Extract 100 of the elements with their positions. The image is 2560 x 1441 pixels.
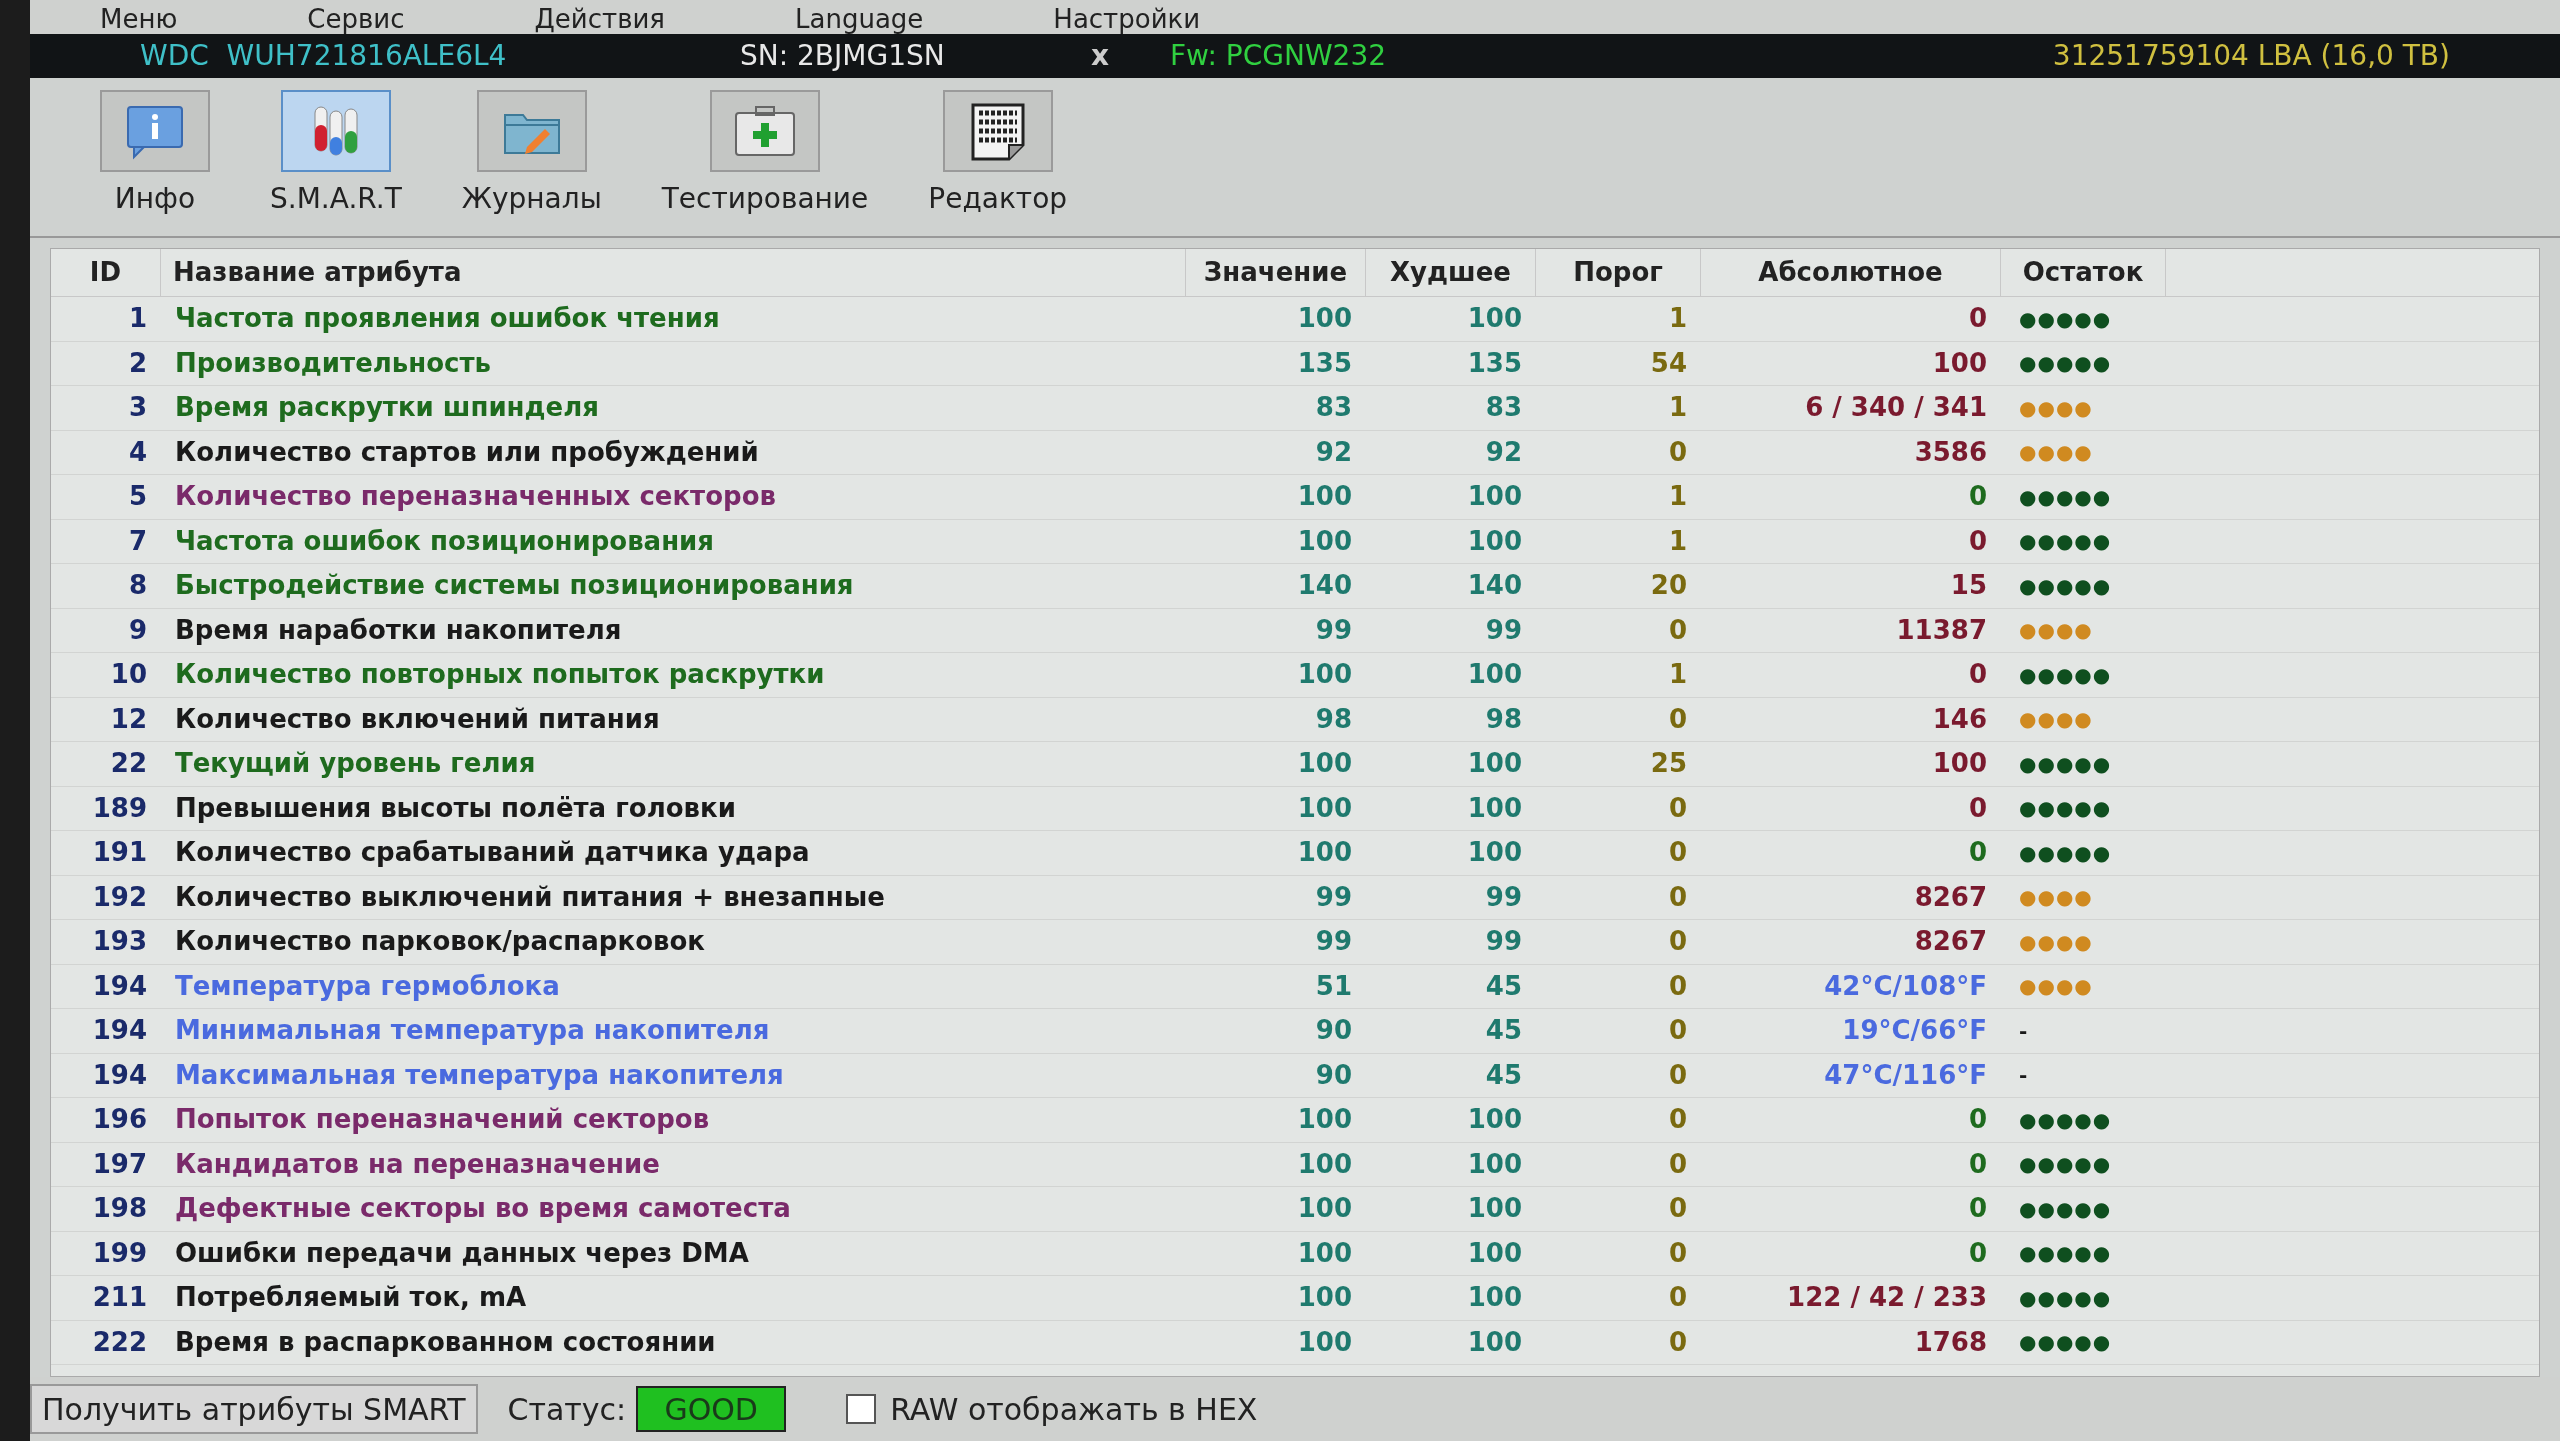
table-cell-text: 8: [127, 569, 148, 603]
table-cell-text: 196: [91, 1103, 148, 1137]
column-header[interactable]: Абсолютное: [1701, 249, 2001, 296]
table-cell-text: Частота ошибок позиционирования: [174, 524, 715, 558]
column-header[interactable]: Порог: [1536, 249, 1701, 296]
table-cell-text: 51: [1314, 969, 1353, 1003]
table-cell-text: 0: [1667, 1103, 1688, 1137]
get-smart-button[interactable]: Получить атрибуты SMART: [30, 1384, 478, 1434]
table-cell-text: Производительность: [174, 346, 493, 380]
column-header[interactable]: ID: [51, 249, 161, 296]
table-cell-text: 0: [1667, 1147, 1688, 1181]
table-cell-text: 92: [1484, 435, 1523, 469]
table-cell-text: 83: [1314, 391, 1353, 425]
table-cell-text: 1768: [1913, 1325, 1988, 1359]
toolbar-button[interactable]: Редактор: [918, 90, 1078, 220]
table-cell-text: 100: [1466, 1281, 1523, 1315]
menu-item[interactable]: Language: [795, 4, 924, 34]
table-cell-text: 22: [109, 747, 148, 781]
table-cell-text: ●●●●●: [2018, 839, 2113, 867]
table-cell-text: 1: [127, 302, 148, 336]
table-cell-text: 5: [127, 480, 148, 514]
table-cell-text: 194: [91, 1014, 148, 1048]
table-cell-text: 222: [91, 1325, 148, 1359]
table-cell-text: 45: [1484, 1014, 1523, 1048]
table-cell-text: 100: [1466, 791, 1523, 825]
table-cell-text: 0: [1667, 836, 1688, 870]
table-cell-text: 140: [1296, 569, 1353, 603]
table-cell-text: -: [2018, 1062, 2030, 1090]
menu-item[interactable]: Меню: [100, 4, 178, 34]
table-cell-text: Минимальная температура накопителя: [174, 1014, 771, 1048]
toolbar-button[interactable]: Тестирование: [651, 90, 879, 220]
table-cell-text: 0: [1967, 1192, 1988, 1226]
toolbar-button[interactable]: S.M.A.R.T: [260, 90, 412, 220]
table-cell-text: 100: [1296, 1103, 1353, 1137]
table-cell-text: ●●●●●: [2018, 483, 2113, 511]
table-cell-text: 0: [1967, 791, 1988, 825]
table-cell-text: Количество выключений питания + внезапные: [174, 880, 886, 914]
column-header[interactable]: Худшее: [1366, 249, 1536, 296]
table-cell-text: 100: [1296, 1236, 1353, 1270]
table-cell-text: 0: [1667, 1236, 1688, 1270]
table-cell-text: 98: [1484, 702, 1523, 736]
table-cell-text: 45: [1484, 1058, 1523, 1092]
table-cell-text: ●●●●●: [2018, 1284, 2113, 1312]
table-cell-text: 99: [1314, 925, 1353, 959]
table-cell-text: 0: [1667, 1325, 1688, 1359]
table-cell-text: Количество повторных попыток раскрутки: [174, 658, 826, 692]
table-cell-text: 100: [1466, 1325, 1523, 1359]
table-cell-text: 0: [1667, 791, 1688, 825]
table-cell-text: ●●●●: [2018, 617, 2094, 645]
table-cell-text: 0: [1667, 1192, 1688, 1226]
close-button[interactable]: x: [1070, 35, 1130, 77]
table-cell-text: ●●●●●: [2018, 305, 2113, 333]
table-cell-text: Время раскрутки шпинделя: [174, 391, 600, 425]
table-cell-text: ●●●●●: [2018, 1195, 2113, 1223]
column-header[interactable]: Название атрибута: [161, 249, 1186, 296]
menu-item[interactable]: Действия: [534, 4, 665, 34]
toolbar-button[interactable]: Журналы: [451, 90, 612, 220]
column-header[interactable]: Остаток: [2001, 249, 2166, 296]
table-cell-text: 1: [1667, 391, 1688, 425]
table-cell-text: 100: [1296, 302, 1353, 336]
table-cell-text: 0: [1967, 1147, 1988, 1181]
table-cell-text: 8267: [1913, 880, 1988, 914]
table-cell-text: 1: [1667, 658, 1688, 692]
table-cell-text: 100: [1466, 747, 1523, 781]
table-cell-text: 100: [1296, 658, 1353, 692]
table-cell-text: Количество включений питания: [174, 702, 661, 736]
table-cell-text: Текущий уровень гелия: [174, 747, 537, 781]
table-cell-text: 99: [1484, 613, 1523, 647]
table-cell-text: Количество переназначенных секторов: [174, 480, 777, 514]
table-cell-text: 83: [1484, 391, 1523, 425]
table-cell-text: 191: [91, 836, 148, 870]
column-header[interactable]: Значение: [1186, 249, 1366, 296]
table-cell-text: 3: [127, 391, 148, 425]
table-cell-text: 100: [1466, 658, 1523, 692]
table-cell-text: 198: [91, 1192, 148, 1226]
table-cell-text: 10: [109, 658, 148, 692]
table-cell-text: 193: [91, 925, 148, 959]
table-cell-text: 0: [1967, 524, 1988, 558]
table-cell-text: ●●●●●: [2018, 528, 2113, 556]
table-cell-text: ●●●●●: [2018, 350, 2113, 378]
table-cell-text: ●●●●: [2018, 394, 2094, 422]
table-cell-text: 7: [127, 524, 148, 558]
table-cell-text: 0: [1967, 658, 1988, 692]
table-cell-text: 100: [1466, 524, 1523, 558]
table-cell-text: 54: [1649, 346, 1688, 380]
table-cell-text: 45: [1484, 969, 1523, 1003]
firmware-version: Fw: PCGNW232: [1170, 38, 1386, 74]
menu-item[interactable]: Сервис: [307, 4, 405, 34]
table-cell-text: Дефектные секторы во время самотеста: [174, 1192, 792, 1226]
table-cell-text: Температура гермоблока: [174, 969, 561, 1003]
table-cell-text: 12: [109, 702, 148, 736]
menu-item[interactable]: Настройки: [1053, 4, 1201, 34]
hex-checkbox[interactable]: RAW отображать в HEX: [846, 1386, 1258, 1432]
table-cell-text: 135: [1466, 346, 1523, 380]
table-cell-text: 0: [1667, 1281, 1688, 1315]
table-cell-text: ●●●●: [2018, 973, 2094, 1001]
table-cell-text: Максимальная температура накопителя: [174, 1058, 785, 1092]
table-cell-text: 192: [91, 880, 148, 914]
table-cell-text: 100: [1466, 1236, 1523, 1270]
table-cell-text: 2: [127, 346, 148, 380]
